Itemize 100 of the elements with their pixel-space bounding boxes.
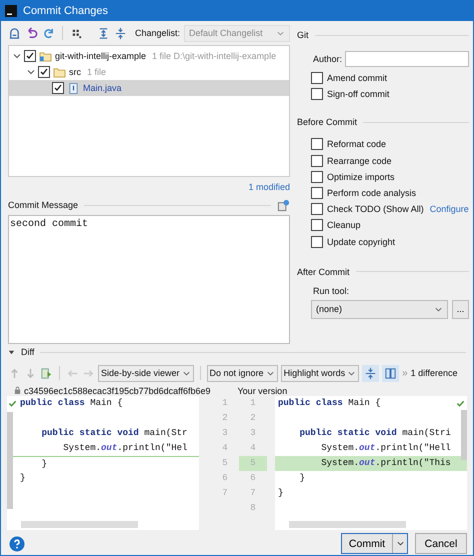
tree-item[interactable]: src 1 file: [9, 64, 289, 80]
undo-icon[interactable]: [25, 26, 38, 40]
author-label: Author:: [313, 54, 342, 64]
checkbox[interactable]: [38, 66, 50, 78]
diff-section-heading: Diff: [21, 347, 34, 358]
checkbox[interactable]: [311, 88, 323, 100]
horizontal-scrollbar[interactable]: [21, 520, 138, 528]
checkbox[interactable]: [311, 219, 323, 232]
checkbox[interactable]: [311, 236, 323, 248]
line-number: 4: [221, 442, 229, 455]
checkbox[interactable]: [311, 138, 323, 150]
chevron-icon[interactable]: [27, 68, 35, 76]
line-number: 8: [249, 502, 257, 515]
changelist-label: Changelist:: [135, 28, 180, 38]
checkbox[interactable]: [311, 154, 323, 167]
code-line: public class Main {: [20, 398, 123, 408]
cancel-button[interactable]: Cancel: [415, 533, 467, 554]
file-name: Main.java: [83, 83, 122, 93]
check-icon: [8, 398, 17, 408]
code-line: public static void main(Stri: [298, 428, 451, 438]
check-icon: [456, 398, 465, 408]
git-section-heading: Git: [297, 30, 309, 40]
lock-icon: [14, 386, 21, 396]
checkbox[interactable]: [311, 170, 323, 183]
line-number: 1: [221, 396, 229, 410]
chevron-icon[interactable]: [13, 52, 21, 60]
configure-link[interactable]: Configure: [430, 204, 469, 214]
commit-options-button[interactable]: [393, 534, 407, 554]
author-field[interactable]: [345, 51, 469, 67]
option-label[interactable]: Reformat code: [327, 139, 386, 150]
line-number: 2: [249, 412, 257, 425]
file-name: git-with-intellij-example: [55, 51, 146, 61]
option-label[interactable]: Update copyright: [327, 236, 396, 247]
checkbox[interactable]: [311, 187, 323, 200]
commit-button[interactable]: Commit: [342, 534, 393, 554]
checkbox[interactable]: [24, 50, 36, 62]
collapse-all-icon[interactable]: [114, 26, 127, 40]
after-commit-heading: After Commit: [297, 266, 350, 277]
checkbox[interactable]: [311, 72, 323, 84]
module-folder-icon: [39, 50, 52, 62]
line-number: 6: [221, 472, 229, 485]
changes-summary-link[interactable]: 1 modified: [248, 182, 290, 192]
option-label[interactable]: Rearrange code: [327, 156, 392, 166]
code-line: }: [40, 458, 48, 469]
file-details: 1 file D:\git-with-intellij-example: [152, 51, 276, 61]
option-label[interactable]: Amend commit: [327, 73, 388, 84]
line-number: 7: [249, 486, 257, 500]
line-number: 1: [249, 396, 257, 410]
message-history-icon[interactable]: [277, 198, 290, 212]
help-icon[interactable]: [9, 536, 25, 552]
checkbox[interactable]: [311, 203, 323, 216]
option-label[interactable]: Perform code analysis: [327, 188, 416, 198]
java-file-icon: [67, 82, 80, 94]
collapse-triangle-icon[interactable]: [8, 348, 15, 356]
line-number: 2: [221, 412, 229, 425]
code-line: }: [298, 472, 306, 483]
highlight-dropdown[interactable]: Highlight words: [280, 364, 360, 382]
code-line: }: [278, 488, 284, 498]
line-number: 3: [221, 426, 229, 440]
file-name: src: [69, 67, 81, 77]
option-label[interactable]: Cleanup: [327, 220, 361, 230]
tree-item[interactable]: git-with-intellij-example 1 file D:\git-with-intellij-example: [9, 48, 289, 64]
line-number: 4: [249, 442, 257, 455]
revision-hash: c34596ec1c588ecac3f195cb77bd6dcaff6fb6e9: [24, 386, 210, 396]
horizontal-scrollbar[interactable]: [289, 520, 406, 528]
run-tool-dropdown[interactable]: (none): [311, 300, 448, 319]
app-logo-icon: [5, 5, 17, 17]
run-tool-label: Run tool:: [313, 286, 350, 296]
line-number: 6: [249, 472, 257, 485]
line-number: 5: [239, 456, 267, 471]
refresh-icon[interactable]: [42, 26, 55, 40]
browse-button[interactable]: ...: [452, 300, 469, 319]
line-number: 3: [249, 426, 257, 440]
before-commit-heading: Before Commit: [297, 117, 358, 128]
code-line: public class Main {: [278, 398, 381, 408]
code-line: public static void main(Str: [40, 428, 188, 438]
viewer-dropdown[interactable]: Side-by-side viewer: [98, 364, 194, 382]
line-number: 5: [221, 456, 229, 470]
code-line: System.out.println("Hel: [62, 442, 188, 453]
sync-scroll-icon[interactable]: [382, 364, 400, 382]
window-title: Commit Changes: [23, 5, 108, 17]
your-version-label: Your version: [238, 386, 288, 396]
folder-icon: [53, 66, 66, 78]
edit-source-icon[interactable]: [40, 366, 53, 380]
shelf-icon[interactable]: [8, 26, 21, 40]
commit-message-label: Commit Message: [8, 200, 78, 210]
ignore-dropdown[interactable]: Do not ignore: [206, 364, 278, 382]
code-line: System.out.println("Hell: [320, 442, 451, 453]
file-details: 1 file: [87, 67, 106, 77]
tree-item[interactable]: Main.java: [9, 80, 289, 96]
commit-message-field[interactable]: second commit: [8, 215, 290, 344]
difference-count: 1 difference: [410, 368, 458, 378]
code-line: System.out.println("This: [320, 458, 451, 468]
option-label[interactable]: Sign-off commit: [327, 89, 390, 100]
option-label[interactable]: Optimize imports: [327, 172, 395, 182]
line-number: 7: [221, 486, 229, 500]
checkbox[interactable]: [52, 82, 64, 94]
collapse-unchanged-icon[interactable]: [362, 364, 380, 382]
expand-all-icon[interactable]: [97, 26, 110, 40]
option-label[interactable]: Check TODO (Show All): [327, 204, 424, 214]
